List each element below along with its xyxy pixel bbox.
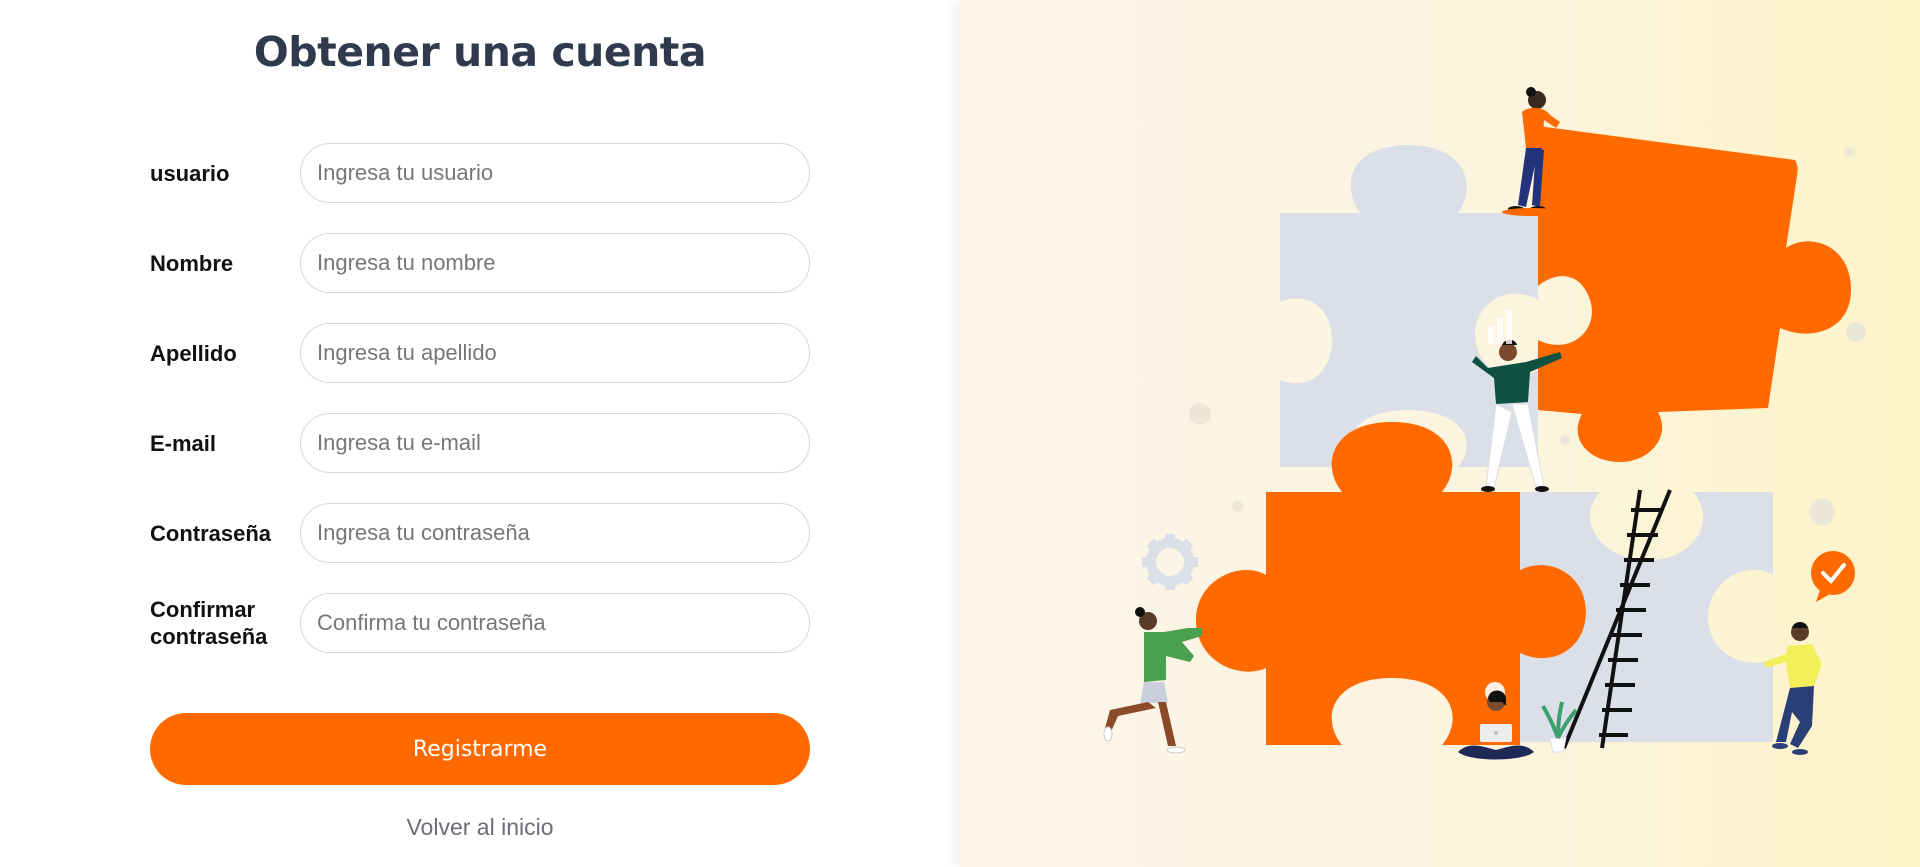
confirm-password-input[interactable] xyxy=(300,593,810,653)
puzzle-teamwork-illustration xyxy=(1103,87,1866,760)
confirm-password-label: Confirmar contraseña xyxy=(150,597,268,649)
password-label: Contraseña xyxy=(150,520,272,546)
first-name-input[interactable] xyxy=(300,233,810,293)
confirm-password-row: Confirmar contraseña xyxy=(150,593,810,653)
checkmark-bubble-icon xyxy=(1811,551,1855,602)
password-input[interactable] xyxy=(300,503,810,563)
person-left-figure xyxy=(1103,607,1202,754)
username-row: usuario xyxy=(150,143,810,203)
email-row: E-mail xyxy=(150,413,810,473)
password-row: Contraseña xyxy=(150,503,810,563)
register-button[interactable]: Registrarme xyxy=(150,713,810,785)
illustration-panel xyxy=(960,0,1920,867)
first-name-row: Nombre xyxy=(150,233,810,293)
puzzle-piece-icon xyxy=(1538,126,1852,462)
last-name-label: Apellido xyxy=(150,340,237,366)
username-label: usuario xyxy=(150,160,230,186)
first-name-label: Nombre xyxy=(150,250,234,276)
page-title: Obtener una cuenta xyxy=(253,28,707,76)
email-input[interactable] xyxy=(300,413,810,473)
registration-panel: Obtener una cuenta usuario Nombre Apelli… xyxy=(0,0,960,867)
last-name-row: Apellido xyxy=(150,323,810,383)
last-name-input[interactable] xyxy=(300,323,810,383)
username-input[interactable] xyxy=(300,143,810,203)
email-label: E-mail xyxy=(150,430,217,456)
back-to-home-link[interactable]: Volver al inicio xyxy=(0,814,960,841)
gear-icon xyxy=(1142,534,1198,590)
